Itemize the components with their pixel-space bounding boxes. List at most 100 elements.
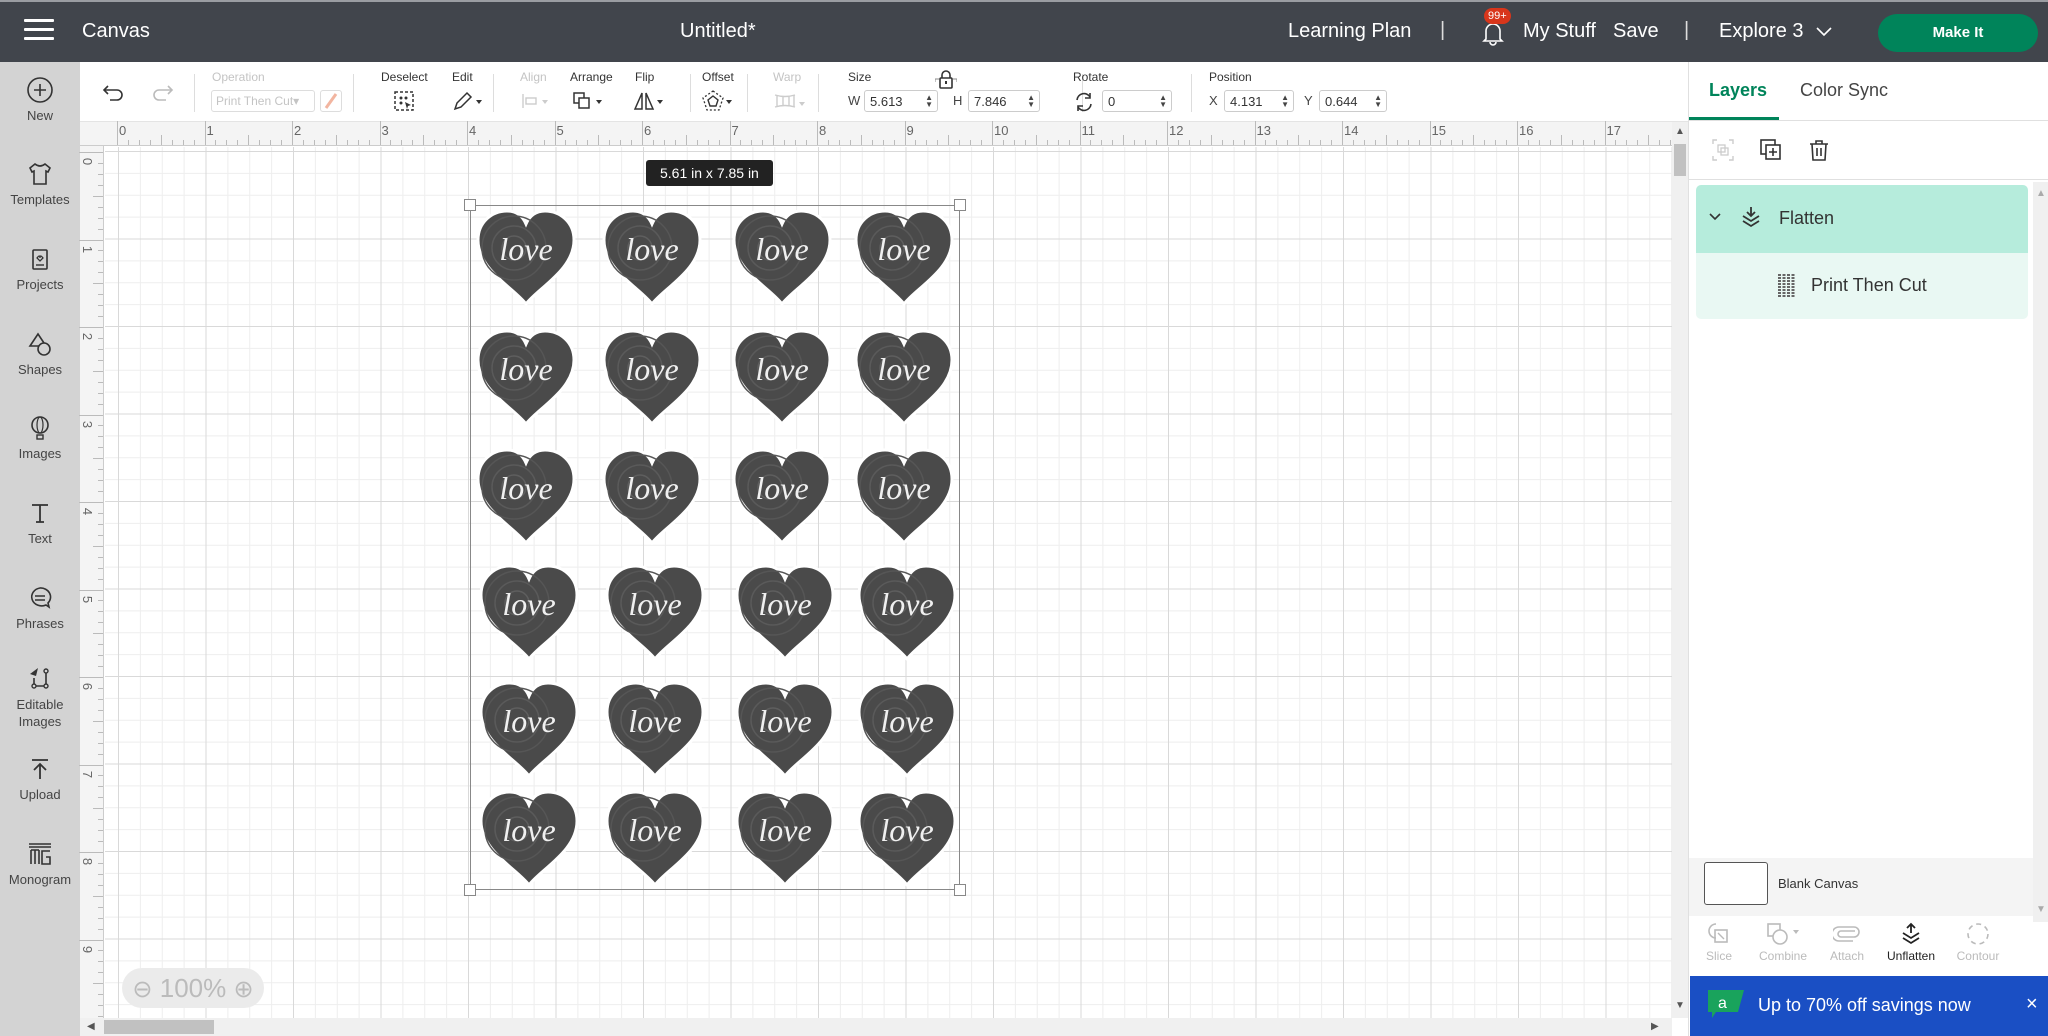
unflatten-icon <box>1902 922 1920 945</box>
material-color-swatch[interactable] <box>320 90 342 112</box>
scroll-right-arrow[interactable]: ▶ <box>1651 1021 1659 1032</box>
canvas-horizontal-scrollbar[interactable]: ◀ ▶ <box>80 1018 1672 1036</box>
scroll-up-arrow[interactable]: ▲ <box>2036 188 2046 199</box>
ruler-tick-label: 1 <box>80 245 96 253</box>
heart-text: love <box>877 470 930 506</box>
sidebar-item-images[interactable]: Images <box>0 414 80 461</box>
sidebar-item-projects[interactable]: Projects <box>0 245 80 292</box>
undo-icon[interactable] <box>102 82 126 102</box>
trash-icon[interactable] <box>1807 138 1831 162</box>
scroll-thumb[interactable] <box>1674 144 1686 176</box>
heart-text: love <box>628 812 681 848</box>
rotate-icon[interactable] <box>1073 91 1095 113</box>
group-icon[interactable] <box>1711 138 1735 162</box>
rotate-stepper[interactable]: ▲ ▼ <box>1159 94 1167 109</box>
sidebar-item-templates[interactable]: Templates <box>0 160 80 207</box>
ruler-tick <box>98 906 103 908</box>
learning-plan-link[interactable]: Learning Plan <box>1288 20 1411 43</box>
sidebar-label: Images <box>18 446 62 461</box>
warp-button[interactable]: Warp <box>773 70 807 115</box>
scroll-down-arrow[interactable]: ▼ <box>2036 904 2046 915</box>
ruler-tick <box>1582 140 1584 145</box>
my-stuff-link[interactable]: My Stuff <box>1523 20 1596 43</box>
scroll-down-arrow[interactable]: ▼ <box>1675 1000 1685 1011</box>
ruler-tick <box>1385 135 1387 145</box>
blank-canvas-row[interactable]: Blank Canvas <box>1689 858 2033 916</box>
operation-select[interactable]: Print Then Cut▾ <box>211 90 315 112</box>
sidebar-label: Templates <box>10 192 70 207</box>
combine-button[interactable]: Combine <box>1753 922 1813 963</box>
align-button[interactable]: Align <box>520 70 552 115</box>
scroll-left-arrow[interactable]: ◀ <box>87 1021 95 1032</box>
height-input[interactable]: 7.846 ▲ ▼ <box>968 90 1040 112</box>
x-stepper[interactable]: ▲ ▼ <box>1281 94 1289 109</box>
sidebar-item-monogram[interactable]: Monogram <box>0 840 80 887</box>
ruler-tick <box>1243 140 1245 145</box>
deselect-button[interactable]: Deselect <box>381 70 428 115</box>
ruler-tick <box>652 140 654 145</box>
zoom-out-icon[interactable]: ⊖ <box>132 976 152 1003</box>
ruler-tick <box>79 239 103 241</box>
hamburger-menu-icon[interactable] <box>24 19 54 43</box>
y-stepper[interactable]: ▲ ▼ <box>1374 94 1382 109</box>
slice-button[interactable]: Slice <box>1689 922 1749 963</box>
y-position-input[interactable]: 0.644 ▲ ▼ <box>1319 90 1387 112</box>
ruler-tick <box>1079 121 1081 145</box>
divider <box>353 74 354 112</box>
zoom-in-icon[interactable]: ⊕ <box>233 976 253 1003</box>
layer-print-then-cut[interactable]: Print Then Cut <box>1696 253 2028 319</box>
selection-bounding-box[interactable] <box>470 205 960 890</box>
width-input[interactable]: 5.613 ▲ ▼ <box>864 90 938 112</box>
chevron-down-icon[interactable] <box>1708 212 1722 222</box>
rotate-input[interactable]: 0 ▲ ▼ <box>1102 90 1172 112</box>
save-button[interactable]: Save <box>1613 20 1659 43</box>
heart-text: love <box>758 703 811 739</box>
layers-scrollbar[interactable]: ▲ ▼ <box>2033 182 2048 922</box>
ruler-tick <box>1298 135 1300 145</box>
ruler-tick <box>98 480 103 482</box>
monogram-icon <box>29 843 51 865</box>
flatten-icon <box>1742 207 1760 228</box>
attach-button[interactable]: Attach <box>1817 922 1877 963</box>
contour-button[interactable]: Contour <box>1948 922 2008 963</box>
unflatten-button[interactable]: Unflatten <box>1881 922 1941 963</box>
x-position-input[interactable]: 4.131 ▲ ▼ <box>1224 90 1294 112</box>
heart-shape: love <box>735 564 835 662</box>
ruler-tick <box>98 206 103 208</box>
sidebar-item-shapes[interactable]: Shapes <box>0 330 80 377</box>
sidebar-item-new[interactable]: New <box>0 76 80 123</box>
scroll-thumb[interactable] <box>104 1020 214 1034</box>
ruler-tick <box>1374 140 1376 145</box>
resize-handle-bottom-left[interactable] <box>464 884 476 896</box>
sidebar-item-upload[interactable]: Upload <box>0 755 80 802</box>
document-title[interactable]: Untitled* <box>680 20 756 43</box>
paperclip-icon <box>1833 926 1860 942</box>
layer-group-flatten[interactable]: Flatten <box>1696 185 2028 253</box>
make-it-button[interactable]: Make It <box>1878 14 2038 52</box>
blank-canvas-swatch[interactable] <box>1704 862 1768 905</box>
scroll-up-arrow[interactable]: ▲ <box>1675 126 1685 137</box>
ruler-tick <box>79 152 103 153</box>
tab-color-sync[interactable]: Color Sync <box>1800 80 1888 101</box>
promo-banner[interactable]: a Up to 70% off savings now × <box>1690 976 2048 1036</box>
duplicate-icon[interactable] <box>1759 138 1783 162</box>
flip-button[interactable]: Flip <box>633 70 669 115</box>
ruler-tick <box>98 534 103 536</box>
offset-button[interactable]: Offset <box>702 70 738 115</box>
sidebar-item-phrases[interactable]: Phrases <box>0 584 80 631</box>
ruler-tick-label: 7 <box>731 123 739 138</box>
canvas-vertical-scrollbar[interactable]: ▲ ▼ <box>1672 122 1688 1018</box>
width-stepper[interactable]: ▲ ▼ <box>925 94 933 109</box>
height-stepper[interactable]: ▲ ▼ <box>1027 94 1035 109</box>
ruler-tick <box>948 135 950 145</box>
tab-layers[interactable]: Layers <box>1709 80 1767 101</box>
edit-button[interactable]: Edit <box>452 70 484 115</box>
arrange-button[interactable]: Arrange <box>570 70 613 115</box>
sidebar-item-text[interactable]: Text <box>0 499 80 546</box>
close-icon[interactable]: × <box>2026 993 2038 1016</box>
lock-ratio-icon[interactable] <box>935 70 957 90</box>
machine-selector[interactable]: Explore 3 <box>1719 20 1833 43</box>
redo-icon[interactable] <box>150 82 174 102</box>
ruler-tick <box>98 928 103 930</box>
sidebar-item-editable-images[interactable]: Editable Images <box>0 664 80 730</box>
